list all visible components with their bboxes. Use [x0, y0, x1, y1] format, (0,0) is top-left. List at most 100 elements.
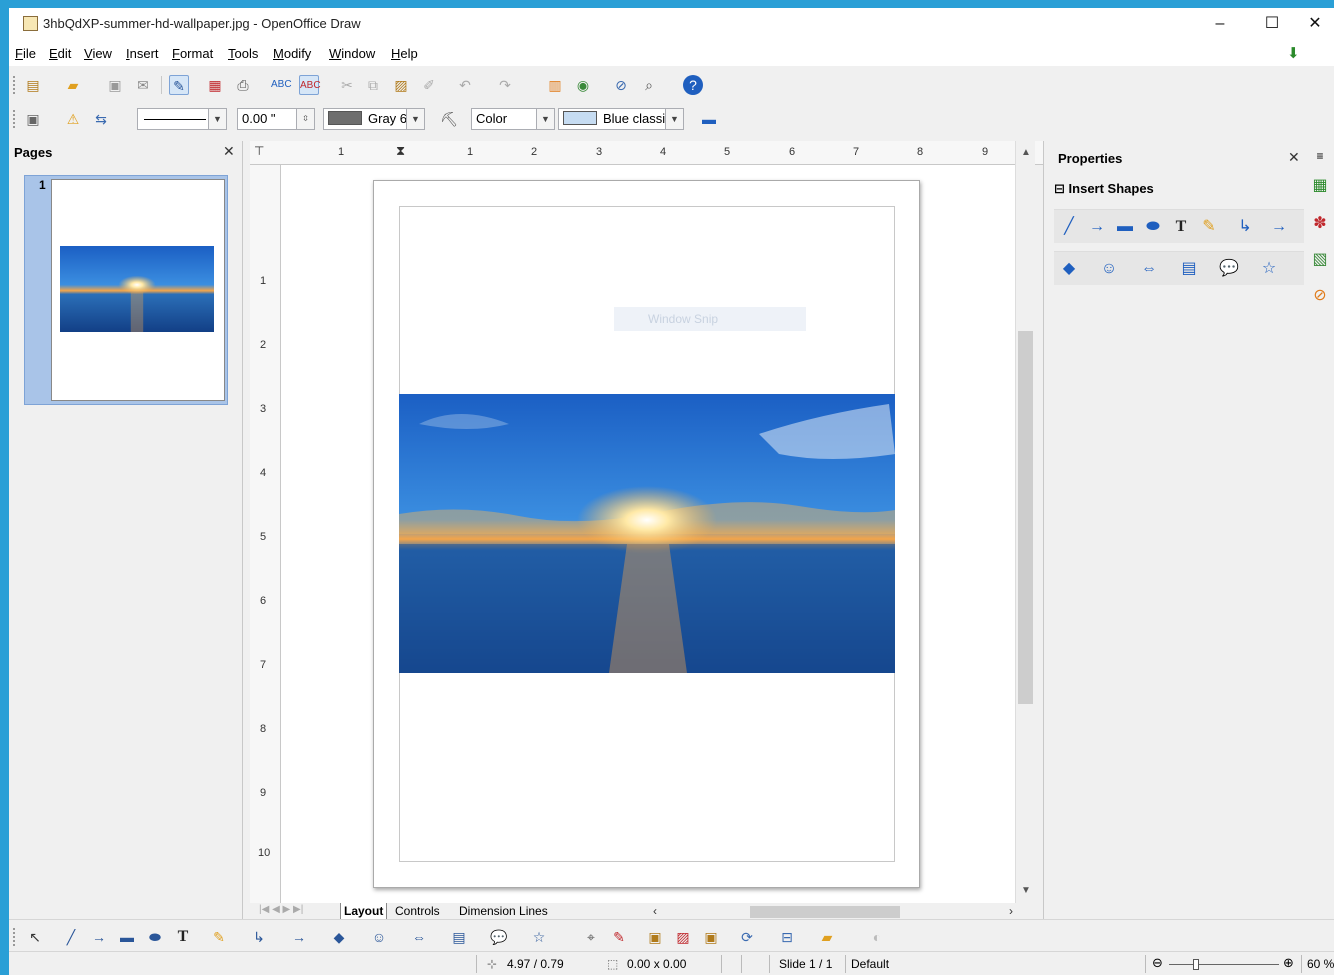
callouts-icon[interactable]: 💬	[489, 927, 509, 947]
minimize-button[interactable]: –	[1197, 12, 1243, 36]
styles-icon[interactable]: ▣	[23, 109, 43, 129]
menu-insert[interactable]: Insert	[126, 46, 159, 61]
arrow-style-icon[interactable]: ⇆	[91, 109, 111, 129]
block-arrows-icon[interactable]: ⇔	[1138, 259, 1160, 279]
rectangle-icon[interactable]: ▬	[1114, 217, 1136, 237]
arrow-icon[interactable]: →	[89, 927, 109, 947]
vertical-ruler[interactable]: 1 2 3 4 5 6 7 8 9 10	[250, 165, 281, 903]
arrow-icon[interactable]: →	[1086, 217, 1108, 237]
styles-deck-icon[interactable]: ✽	[1309, 213, 1331, 235]
menu-tools[interactable]: Tools	[228, 46, 258, 61]
spellcheck-icon[interactable]: ABC	[271, 75, 292, 95]
zoom-slider-thumb[interactable]	[1193, 959, 1199, 970]
ellipse-icon[interactable]: ⬬	[1142, 217, 1164, 237]
export-pdf-icon[interactable]: ▦	[205, 75, 225, 95]
scroll-up-icon[interactable]: ▲	[1016, 147, 1036, 158]
chart-icon[interactable]: ▥	[545, 75, 565, 95]
collapse-icon[interactable]: ⊟	[1054, 181, 1065, 196]
spin-icon[interactable]: ⇳	[296, 109, 314, 129]
basic-shapes-icon[interactable]: ◆	[329, 927, 349, 947]
vertical-scroll-thumb[interactable]	[1018, 331, 1033, 704]
menu-modify[interactable]: Modify	[273, 46, 311, 61]
text-icon[interactable]: T	[173, 927, 193, 947]
curve-icon[interactable]: ✎	[209, 927, 229, 947]
menu-edit[interactable]: Edit	[49, 46, 71, 61]
horizontal-scroll-thumb[interactable]	[750, 906, 900, 918]
cut-icon[interactable]: ✂	[337, 75, 357, 95]
line-width-input[interactable]: 0.00 " ⇳	[237, 108, 315, 130]
edit-mode-icon[interactable]: ✎	[169, 75, 189, 95]
redo-icon[interactable]: ↷	[495, 75, 515, 95]
symbol-shapes-icon[interactable]: ☺	[369, 927, 389, 947]
glue-points-icon[interactable]: ✎	[609, 927, 629, 947]
toolbar-grip[interactable]	[13, 76, 15, 94]
chevron-down-icon[interactable]: ▼	[665, 109, 683, 129]
stars-icon[interactable]: ☆	[529, 927, 549, 947]
area-style-select[interactable]: Color ▼	[471, 108, 555, 130]
shadow-icon[interactable]: ▬	[699, 109, 719, 129]
navigator-icon[interactable]: ◉	[573, 75, 593, 95]
text-icon[interactable]: T	[1170, 217, 1192, 237]
zoom-slider[interactable]	[1169, 964, 1279, 965]
open-icon[interactable]: ▰	[63, 75, 83, 95]
line-icon[interactable]: ╱	[1058, 217, 1080, 237]
help-icon[interactable]: ?	[683, 75, 703, 95]
effects-icon[interactable]: ⟳	[737, 927, 757, 947]
rectangle-icon[interactable]: ▬	[117, 927, 137, 947]
maximize-button[interactable]: ☐	[1249, 12, 1295, 36]
fontwork-icon[interactable]: ▣	[645, 927, 665, 947]
new-icon[interactable]: ▤	[23, 75, 43, 95]
menu-window[interactable]: Window	[329, 46, 375, 61]
alignment-icon[interactable]: ⊟	[777, 927, 797, 947]
paste-icon[interactable]: ▨	[391, 75, 411, 95]
left-margin-marker-icon[interactable]: ⧗	[396, 143, 405, 159]
callouts-icon[interactable]: 💬	[1218, 259, 1240, 279]
extrusion-icon[interactable]: ◐	[867, 927, 887, 947]
drawing-canvas[interactable]: Window Snip	[281, 165, 1015, 903]
menu-view[interactable]: View	[84, 46, 112, 61]
copy-icon[interactable]: ⧉	[363, 75, 383, 95]
properties-deck-icon[interactable]: ▦	[1309, 175, 1331, 197]
flowchart-icon[interactable]: ▤	[449, 927, 469, 947]
select-icon[interactable]: ↖	[25, 927, 45, 947]
gallery-deck-icon[interactable]: ▧	[1309, 249, 1331, 271]
lines-arrows-icon[interactable]: →	[1268, 217, 1290, 237]
toolbar-grip[interactable]	[13, 110, 15, 128]
clone-formatting-icon[interactable]: ✐	[419, 75, 439, 95]
symbol-shapes-icon[interactable]: ☺	[1098, 259, 1120, 279]
lines-arrows-icon[interactable]: →	[289, 927, 309, 947]
chevron-down-icon[interactable]: ▼	[536, 109, 554, 129]
basic-shapes-icon[interactable]: ◆	[1058, 259, 1080, 279]
line-icon[interactable]: ⚠	[63, 109, 83, 129]
block-arrows-icon[interactable]: ⇔	[409, 927, 429, 947]
insert-shapes-section[interactable]: ⊟ Insert Shapes	[1054, 181, 1154, 197]
menu-help[interactable]: Help	[391, 46, 418, 61]
line-icon[interactable]: ╱	[61, 927, 81, 947]
connector-icon[interactable]: ↳	[249, 927, 269, 947]
email-icon[interactable]: ✉	[133, 75, 153, 95]
line-color-select[interactable]: Gray 6 ▼	[323, 108, 425, 130]
toolbar-grip[interactable]	[13, 928, 15, 946]
points-icon[interactable]: ⌖	[581, 927, 601, 947]
master-page-name[interactable]: Default	[851, 957, 889, 971]
chevron-down-icon[interactable]: ▼	[208, 109, 226, 129]
properties-close-icon[interactable]: ✕	[1288, 149, 1300, 166]
stars-icon[interactable]: ☆	[1258, 259, 1280, 279]
wallpaper-image[interactable]	[399, 394, 895, 673]
page-thumbnail[interactable]	[51, 179, 225, 401]
save-icon[interactable]: ▣	[105, 75, 125, 95]
curve-icon[interactable]: ✎	[1198, 217, 1220, 237]
zoom-in-icon[interactable]: ⊕	[1283, 955, 1294, 971]
area-color-select[interactable]: Blue classic ▼	[558, 108, 684, 130]
line-style-select[interactable]: ▼	[137, 108, 227, 130]
update-icon[interactable]: ⬇	[1287, 44, 1300, 62]
from-file-icon[interactable]: ▨	[673, 927, 693, 947]
chevron-down-icon[interactable]: ▼	[406, 109, 424, 129]
scroll-down-icon[interactable]: ▼	[1016, 885, 1036, 896]
arrange-icon[interactable]: ▰	[817, 927, 837, 947]
area-icon[interactable]: ⛏	[439, 109, 459, 129]
gallery-image-icon[interactable]: ▣	[701, 927, 721, 947]
gallery-icon[interactable]: ⊘	[611, 75, 631, 95]
sidebar-menu-icon[interactable]: ≡	[1309, 145, 1331, 167]
pages-panel-close-icon[interactable]: ✕	[223, 143, 235, 160]
